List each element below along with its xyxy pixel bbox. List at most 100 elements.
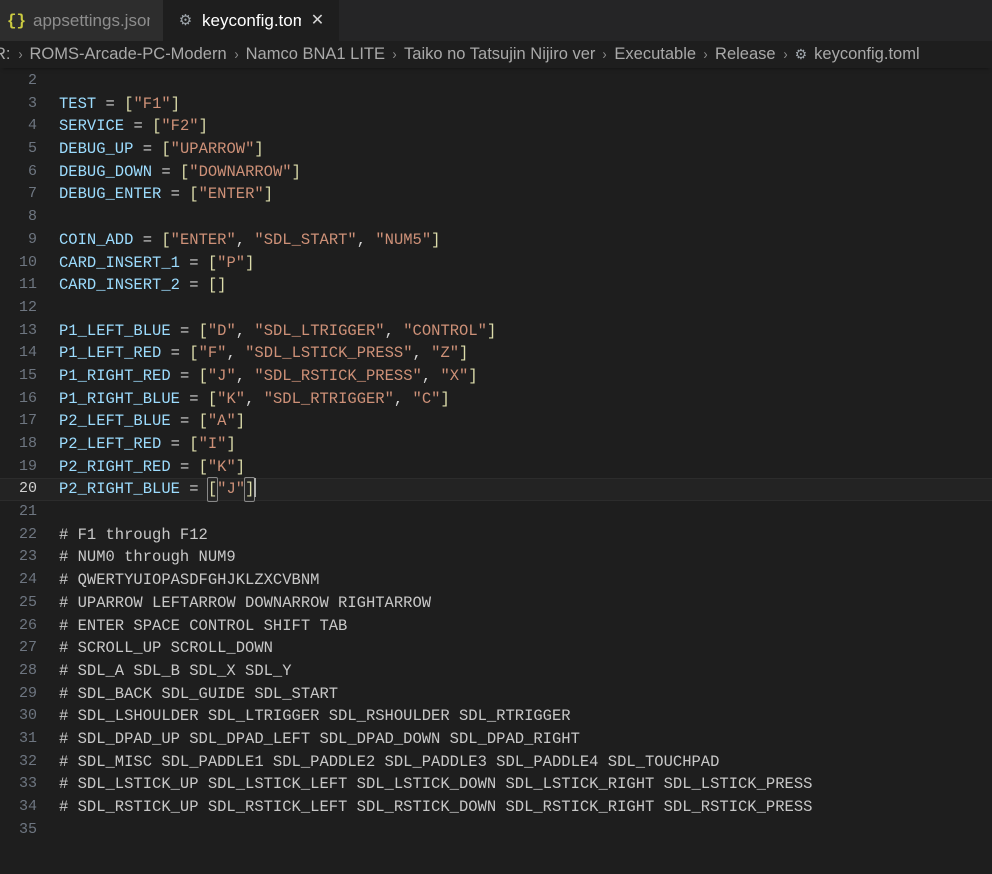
bracket-match-highlight: [: [206, 477, 219, 503]
code-line[interactable]: 35: [0, 819, 992, 842]
breadcrumb-item-roms-arcade-pc-modern[interactable]: ROMS-Arcade-PC-Modern: [30, 45, 227, 64]
code-line-text[interactable]: DEBUG_UP = ["UPARROW"]: [48, 138, 992, 161]
code-line-text[interactable]: P1_LEFT_RED = ["F", "SDL_LSTICK_PRESS", …: [48, 342, 992, 365]
code-line-text[interactable]: COIN_ADD = ["ENTER", "SDL_START", "NUM5"…: [48, 229, 992, 252]
close-icon[interactable]: ✕: [309, 12, 326, 29]
breadcrumb-label: Executable: [614, 45, 697, 63]
code-line-text[interactable]: # SDL_RSTICK_UP SDL_RSTICK_LEFT SDL_RSTI…: [48, 796, 992, 819]
code-line[interactable]: 30 # SDL_LSHOULDER SDL_LTRIGGER SDL_RSHOU…: [0, 705, 992, 728]
token-brk: ]: [431, 230, 441, 249]
code-line-text[interactable]: # SDL_A SDL_B SDL_X SDL_Y: [48, 660, 992, 683]
code-line[interactable]: 22 # F1 through F12: [0, 524, 992, 547]
code-line-text[interactable]: P2_RIGHT_BLUE = ["J"]: [48, 477, 992, 503]
code-line-text[interactable]: P1_LEFT_BLUE = ["D", "SDL_LTRIGGER", "CO…: [48, 320, 992, 343]
code-line-text[interactable]: P2_LEFT_BLUE = ["A"]: [48, 410, 992, 433]
code-line[interactable]: 4 SERVICE = ["F2"]: [0, 115, 992, 138]
code-line[interactable]: 34 # SDL_RSTICK_UP SDL_RSTICK_LEFT SDL_RS…: [0, 796, 992, 819]
code-line-text[interactable]: # QWERTYUIOPASDFGHJKLZXCVBNM: [48, 569, 992, 592]
token-key: CARD_INSERT_2: [59, 276, 180, 295]
code-line-text[interactable]: P2_RIGHT_RED = ["K"]: [48, 456, 992, 479]
breadcrumb-item-r[interactable]: R:: [0, 45, 11, 64]
token-str: "SDL_RTRIGGER": [263, 389, 394, 408]
code-line[interactable]: 5 DEBUG_UP = ["UPARROW"]: [0, 138, 992, 161]
code-line[interactable]: 19 P2_RIGHT_RED = ["K"]: [0, 456, 992, 479]
token-str: "F1": [133, 94, 171, 113]
code-line[interactable]: 25 # UPARROW LEFTARROW DOWNARROW RIGHTARR…: [0, 592, 992, 615]
code-line-text[interactable]: DEBUG_ENTER = ["ENTER"]: [48, 183, 992, 206]
code-line[interactable]: 32 # SDL_MISC SDL_PADDLE1 SDL_PADDLE2 SDL…: [0, 751, 992, 774]
code-line-text[interactable]: DEBUG_DOWN = ["DOWNARROW"]: [48, 161, 992, 184]
breadcrumb-separator-icon: ›: [703, 46, 708, 63]
code-line[interactable]: 16 P1_RIGHT_BLUE = ["K", "SDL_RTRIGGER", …: [0, 388, 992, 411]
code-line[interactable]: 10 CARD_INSERT_1 = ["P"]: [0, 252, 992, 275]
code-line[interactable]: 12: [0, 297, 992, 320]
code-line-active[interactable]: 20 P2_RIGHT_BLUE = ["J"]: [0, 477, 992, 503]
token-brk: [: [198, 321, 208, 340]
code-line-text[interactable]: # UPARROW LEFTARROW DOWNARROW RIGHTARROW: [48, 592, 992, 615]
token-brk: ]: [440, 389, 450, 408]
editor-tab-keyconfig-toml[interactable]: ⚙ keyconfig.toml ✕: [163, 0, 339, 41]
code-line[interactable]: 6 DEBUG_DOWN = ["DOWNARROW"]: [0, 161, 992, 184]
code-line-text[interactable]: # SDL_DPAD_UP SDL_DPAD_LEFT SDL_DPAD_DOW…: [48, 728, 992, 751]
token-key: P1_LEFT_RED: [59, 344, 162, 363]
code-line-text[interactable]: CARD_INSERT_1 = ["P"]: [48, 252, 992, 275]
breadcrumb-item-taiko-no-tatsujin-nijiro-ver[interactable]: Taiko no Tatsujin Nijiro ver: [404, 45, 595, 64]
code-content[interactable]: 2 3 TEST = ["F1"] 4 SERVICE = ["F2"] 5 DEBUG_U…: [0, 70, 992, 841]
editor-tab-appsettings-json[interactable]: {} appsettings.json: [0, 0, 163, 41]
code-line[interactable]: 28 # SDL_A SDL_B SDL_X SDL_Y: [0, 660, 992, 683]
token-key: P1_RIGHT_BLUE: [59, 389, 180, 408]
token-brk: ]: [226, 435, 236, 453]
code-line[interactable]: 26 # ENTER SPACE CONTROL SHIFT TAB: [0, 615, 992, 638]
code-line[interactable]: 27 # SCROLL_UP SCROLL_DOWN: [0, 637, 992, 660]
code-line-text[interactable]: # SDL_BACK SDL_GUIDE SDL_START: [48, 683, 992, 706]
code-line-text[interactable]: TEST = ["F1"]: [48, 93, 992, 116]
code-line-text[interactable]: SERVICE = ["F2"]: [48, 115, 992, 138]
code-line-text[interactable]: # SDL_LSTICK_UP SDL_LSTICK_LEFT SDL_LSTI…: [48, 773, 992, 796]
breadcrumb-item-release[interactable]: Release: [715, 45, 776, 64]
code-line-text[interactable]: P2_LEFT_RED = ["I"]: [48, 433, 992, 456]
code-line[interactable]: 8: [0, 206, 992, 229]
breadcrumb-item-executable[interactable]: Executable: [614, 45, 696, 64]
token-comment: # NUM0 through NUM9: [59, 548, 236, 567]
code-line-text[interactable]: # SDL_MISC SDL_PADDLE1 SDL_PADDLE2 SDL_P…: [48, 751, 992, 774]
code-line-text[interactable]: # F1 through F12: [48, 524, 992, 547]
code-line[interactable]: 29 # SDL_BACK SDL_GUIDE SDL_START: [0, 683, 992, 706]
code-line[interactable]: 11 CARD_INSERT_2 = []: [0, 274, 992, 297]
code-line[interactable]: 18 P2_LEFT_RED = ["I"]: [0, 433, 992, 456]
token-str: "K": [207, 457, 236, 476]
code-line-text[interactable]: # SCROLL_UP SCROLL_DOWN: [48, 637, 992, 660]
code-line[interactable]: 9 COIN_ADD = ["ENTER", "SDL_START", "NUM5…: [0, 229, 992, 252]
code-line-text[interactable]: # NUM0 through NUM9: [48, 546, 992, 569]
code-line-text[interactable]: P1_RIGHT_RED = ["J", "SDL_RSTICK_PRESS",…: [48, 365, 992, 388]
code-line-text[interactable]: # SDL_LSHOULDER SDL_LTRIGGER SDL_RSHOULD…: [48, 705, 992, 728]
code-line[interactable]: 3 TEST = ["F1"]: [0, 93, 992, 116]
code-line[interactable]: 24 # QWERTYUIOPASDFGHJKLZXCVBNM: [0, 569, 992, 592]
code-line[interactable]: 14 P1_LEFT_RED = ["F", "SDL_LSTICK_PRESS"…: [0, 342, 992, 365]
code-line[interactable]: 31 # SDL_DPAD_UP SDL_DPAD_LEFT SDL_DPAD_D…: [0, 728, 992, 751]
code-line-text[interactable]: P1_RIGHT_BLUE = ["K", "SDL_RTRIGGER", "C…: [48, 388, 992, 411]
code-line[interactable]: 23 # NUM0 through NUM9: [0, 546, 992, 569]
code-line[interactable]: 7 DEBUG_ENTER = ["ENTER"]: [0, 183, 992, 206]
code-line[interactable]: 21: [0, 501, 992, 524]
code-line[interactable]: 15 P1_RIGHT_RED = ["J", "SDL_RSTICK_PRESS…: [0, 365, 992, 388]
code-line[interactable]: 2: [0, 70, 992, 93]
line-number: 28: [18, 661, 37, 679]
code-line-text[interactable]: # ENTER SPACE CONTROL SHIFT TAB: [48, 615, 992, 638]
token-str: "F2": [161, 117, 199, 136]
token-comment: # QWERTYUIOPASDFGHJKLZXCVBNM: [59, 571, 320, 590]
breadcrumb-item-keyconfig-toml[interactable]: ⚙ keyconfig.toml: [795, 45, 920, 64]
token-eq: =: [142, 230, 153, 249]
code-line[interactable]: 13 P1_LEFT_BLUE = ["D", "SDL_LTRIGGER", "…: [0, 320, 992, 343]
breadcrumb-label: ROMS-Arcade-PC-Modern: [29, 45, 227, 63]
editor-window: {} appsettings.json ⚙ keyconfig.toml ✕ R: › RO…: [0, 0, 992, 874]
code-line-text[interactable]: CARD_INSERT_2 = []: [48, 274, 992, 297]
breadcrumb-item-namco-bna1-lite[interactable]: Namco BNA1 LITE: [246, 45, 385, 64]
code-line[interactable]: 17 P2_LEFT_BLUE = ["A"]: [0, 410, 992, 433]
line-number: 6: [27, 162, 37, 180]
code-line[interactable]: 33 # SDL_LSTICK_UP SDL_LSTICK_LEFT SDL_LS…: [0, 773, 992, 796]
code-editor[interactable]: 2 3 TEST = ["F1"] 4 SERVICE = ["F2"] 5 DEBUG_U…: [0, 68, 992, 874]
